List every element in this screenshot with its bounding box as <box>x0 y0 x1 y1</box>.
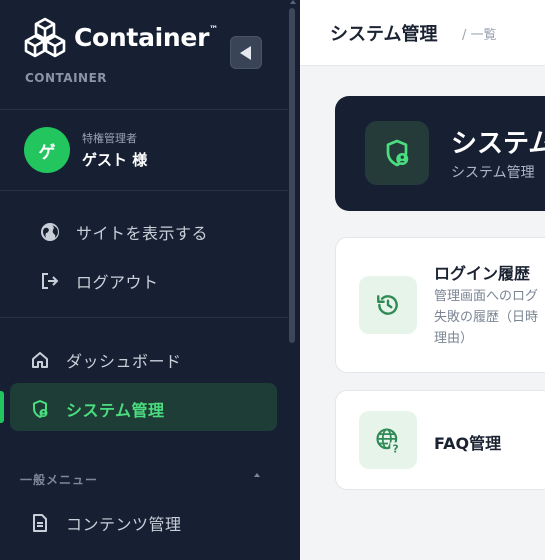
brand-logo[interactable]: Container™ <box>24 16 218 58</box>
hero-subtitle: システム管理 <box>451 165 535 181</box>
main-content: システム管理 / 一覧 システム管理 システム管理 ログイン履歴 管理画面へのロ… <box>300 0 545 560</box>
scroll-up-arrow-icon[interactable] <box>290 0 296 4</box>
hero-title: システム管理 <box>451 129 545 159</box>
card-description-line: 管理画面へのログ <box>434 289 539 304</box>
logout-icon <box>42 273 59 289</box>
user-role: 特権管理者 <box>82 132 137 145</box>
hero-icon-box <box>365 121 429 185</box>
sidebar-item-label: システム管理 <box>66 401 165 420</box>
brand-name: Container <box>74 22 210 52</box>
divider <box>0 317 288 318</box>
sidebar-item-view-site[interactable]: サイトを表示する <box>40 220 208 244</box>
brand-subtitle: CONTAINER <box>25 71 108 85</box>
cubes-logo-icon <box>24 17 66 58</box>
card-title: FAQ管理 <box>434 434 502 453</box>
user-profile: ゲ 特権管理者 ゲスト 様 <box>24 127 147 173</box>
header-bar: システム管理 / 一覧 <box>300 0 545 66</box>
card-description-line: 失敗の履歴（日時 <box>434 310 539 325</box>
sidebar-item-dashboard[interactable]: ダッシュボード <box>30 348 182 372</box>
sidebar-item-label: ログアウト <box>76 273 159 292</box>
divider <box>0 190 288 191</box>
breadcrumb: / 一覧 <box>462 28 497 43</box>
card-login-history[interactable]: ログイン履歴 管理画面へのログ 失敗の履歴（日時 理由） <box>335 237 545 373</box>
user-name: ゲスト 様 <box>82 151 148 169</box>
divider <box>0 109 288 110</box>
shield-user-icon <box>33 400 48 418</box>
home-icon <box>32 352 48 368</box>
sidebar-item-label: サイトを表示する <box>76 224 209 243</box>
card-icon-box <box>359 276 417 334</box>
sidebar: Container™ CONTAINER ゲ 特権管理者 ゲスト 様 サイトを表… <box>0 0 300 560</box>
sidebar-item-system-management[interactable]: システム管理 <box>30 397 165 421</box>
page-title: システム管理 <box>330 24 438 45</box>
shield-user-icon <box>386 139 409 167</box>
sidebar-scrollbar[interactable] <box>289 8 295 343</box>
card-description: 管理画面へのログ 失敗の履歴（日時 理由） <box>434 286 538 349</box>
sidebar-item-label: ダッシュボード <box>66 352 182 371</box>
triangle-left-icon <box>239 45 251 60</box>
collapse-sidebar-button[interactable] <box>230 36 262 69</box>
sidebar-item-label: コンテンツ管理 <box>66 515 182 534</box>
avatar: ゲ <box>24 127 70 173</box>
document-icon <box>33 514 47 532</box>
globe-icon <box>41 223 59 241</box>
caret-up-icon[interactable] <box>254 473 260 477</box>
card-description-line: 理由） <box>434 331 474 346</box>
svg-text:?: ? <box>393 443 399 454</box>
history-icon <box>377 295 398 315</box>
card-icon-box: ? <box>359 411 417 469</box>
hero-banner: システム管理 システム管理 <box>335 96 545 211</box>
card-title: ログイン履歴 <box>434 264 531 283</box>
card-faq-management[interactable]: ? FAQ管理 <box>335 390 545 490</box>
section-label-general-menu: 一般メニュー <box>20 473 99 487</box>
brand-trademark: ™ <box>209 24 218 35</box>
active-indicator <box>0 391 4 423</box>
globe-question-icon: ? <box>376 428 401 454</box>
sidebar-item-content-management[interactable]: コンテンツ管理 <box>30 511 182 535</box>
sidebar-item-logout[interactable]: ログアウト <box>40 269 159 293</box>
